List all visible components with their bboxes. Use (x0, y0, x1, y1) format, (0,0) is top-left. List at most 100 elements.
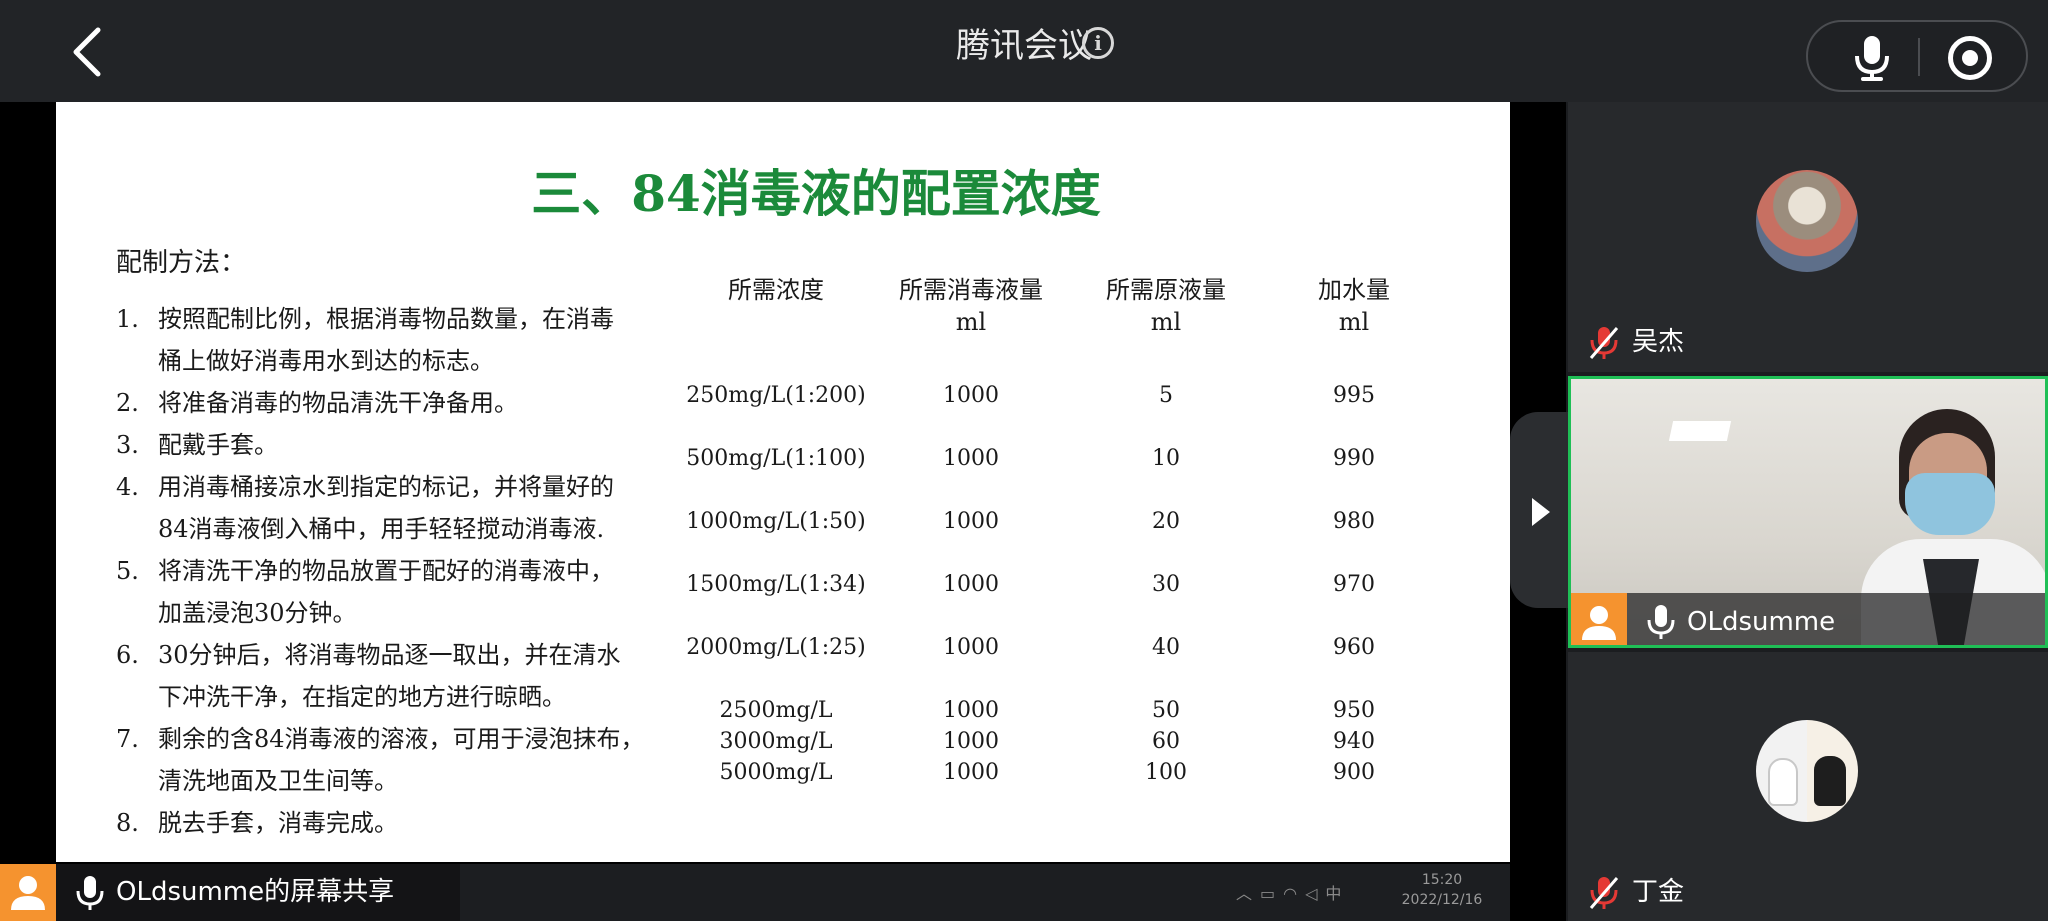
wifi-icon: ◠ (1283, 884, 1306, 903)
table-cell: 1000 (943, 760, 999, 785)
table-cell: 10 (1152, 446, 1180, 471)
step-number: 7. (116, 725, 139, 753)
presentation-slide: 三、84消毒液的配置浓度 配制方法： 1. 按照配制比例，根据消毒物品数量，在消毒… (56, 102, 1510, 862)
chevron-up-icon: ︿ (1236, 884, 1261, 903)
video-name-bar: OLdsumme (1571, 593, 2045, 645)
step-text-line: 剩余的含84消毒液的溶液，可用于浸泡抹布， (158, 725, 645, 753)
participant-avatar (1756, 170, 1858, 272)
method-heading: 配制方法： (116, 248, 247, 278)
table-header: ml (1150, 308, 1182, 336)
table-cell: 30 (1152, 572, 1180, 597)
step-item: 7. 剩余的含84消毒液的溶液，可用于浸泡抹布， 清洗地面及卫生间等。 (116, 718, 756, 802)
top-bar: 腾讯会议 i (0, 0, 2048, 102)
table-cell: 1000 (943, 383, 999, 408)
table-cell: 1000 (943, 446, 999, 471)
user-icon (1582, 606, 1616, 640)
participant-name: 吴杰 (1632, 327, 1685, 357)
pill-divider (1918, 38, 1920, 76)
table-cell: 960 (1333, 635, 1375, 660)
participant-name: 丁金 (1632, 877, 1685, 907)
chevron-left-icon (73, 27, 101, 77)
table-cell: 950 (1333, 698, 1375, 723)
step-number: 8. (116, 809, 139, 837)
shared-screen: 三、84消毒液的配置浓度 配制方法： 1. 按照配制比例，根据消毒物品数量，在消毒… (0, 102, 1566, 921)
ceiling-light (1668, 421, 1732, 441)
battery-icon: ▭ (1260, 884, 1284, 903)
step-text-line: 84消毒液倒入桶中，用手轻轻搅动消毒液. (158, 515, 605, 543)
taskbar-time: 15:20 (1421, 872, 1463, 888)
meeting-title: 腾讯会议 (956, 26, 1092, 66)
table-cell: 3000mg/L (719, 729, 833, 754)
mic-active (1643, 603, 1679, 641)
mic-muted-icon (1588, 875, 1620, 911)
step-text-line: 加盖浸泡30分钟。 (158, 599, 357, 627)
table-header: 加水量 (1318, 276, 1390, 304)
step-item: 2. 将准备消毒的物品清洗干净备用。 (116, 382, 756, 424)
table-cell: 500mg/L(1:100) (686, 446, 866, 471)
taskbar-date: 2022/12/16 (1401, 892, 1483, 908)
participant-name-row: 丁金 (1588, 872, 1684, 912)
table-cell: 990 (1333, 446, 1375, 471)
table-header: 所需原液量 (1106, 276, 1226, 304)
table-cell: 1000 (943, 698, 999, 723)
steps-list: 1. 按照配制比例，根据消毒物品数量，在消毒 桶上做好消毒用水到达的标志。 2. 将准备… (116, 298, 756, 844)
table-cell: 20 (1152, 509, 1180, 534)
expand-panel-button[interactable] (1510, 412, 1568, 608)
share-label-bar: OLdsumme的屏幕共享 (0, 864, 460, 921)
step-item: 4. 用消毒桶接凉水到指定的标记，并将量好的 84消毒液倒入桶中，用手轻轻搅动消毒液… (116, 466, 756, 550)
microphone-icon (1855, 36, 1889, 81)
step-text-line: 30分钟后，将消毒物品逐一取出，并在清水 (158, 641, 621, 669)
table-cell: 60 (1152, 729, 1180, 754)
step-text-line: 配戴手套。 (158, 431, 278, 459)
share-label: OLdsumme的屏幕共享 (116, 877, 395, 907)
step-number: 2. (116, 389, 139, 417)
participant-avatar (1756, 720, 1858, 822)
participant-avatar (1571, 593, 1627, 645)
table-cell: 2500mg/L (719, 698, 833, 723)
control-pill (1806, 20, 2028, 92)
table-cell: 2000mg/L(1:25) (686, 635, 866, 660)
step-item: 6. 30分钟后，将消毒物品逐一取出，并在清水 下冲洗干净，在指定的地方进行晾晒。 (116, 634, 756, 718)
table-cell: 995 (1333, 383, 1375, 408)
table-cell: 1000 (943, 572, 999, 597)
table-cell: 1000 (943, 509, 999, 534)
microphone-icon (1647, 605, 1675, 639)
table-header: ml (955, 308, 987, 336)
step-item: 3. 配戴手套。 (116, 424, 756, 466)
step-item: 5. 将清洗干净的物品放置于配好的消毒液中， 加盖浸泡30分钟。 (116, 550, 756, 634)
info-icon[interactable]: i (1082, 27, 1114, 59)
table-cell: 1000 (943, 635, 999, 660)
table-cell: 1500mg/L(1:34) (686, 572, 866, 597)
microphone-icon (76, 876, 104, 910)
table-cell: 900 (1333, 760, 1375, 785)
step-item: 1. 按照配制比例，根据消毒物品数量，在消毒 桶上做好消毒用水到达的标志。 (116, 298, 756, 382)
ime-indicator: 中 (1325, 884, 1350, 903)
taskbar-clock: 15:20 2022/12/16 (1372, 870, 1512, 910)
step-item: 8. 脱去手套，消毒完成。 (116, 802, 756, 844)
table-cell: 1000 (943, 729, 999, 754)
back-button[interactable] (62, 22, 118, 82)
step-number: 6. (116, 641, 139, 669)
table-cell: 40 (1152, 635, 1180, 660)
record-button[interactable] (1948, 36, 1992, 80)
participant-panel: 吴杰 OLdsumme 丁金 (1568, 102, 2048, 921)
table-header: 所需消毒液量 (899, 276, 1043, 304)
table-header: 所需浓度 (728, 276, 824, 304)
table-cell: 5000mg/L (719, 760, 833, 785)
step-number: 4. (116, 473, 139, 501)
table-cell: 970 (1333, 572, 1375, 597)
participant-name-row: 吴杰 (1588, 322, 1684, 362)
participant-tile-active[interactable]: OLdsumme (1568, 376, 2048, 648)
step-text-line: 清洗地面及卫生间等。 (158, 767, 398, 795)
table-cell: 50 (1152, 698, 1180, 723)
speaker-icon: ◁ (1305, 884, 1326, 903)
microphone-button[interactable] (1848, 34, 1896, 82)
table-cell: 100 (1145, 760, 1187, 785)
table-cell: 250mg/L(1:200) (686, 383, 866, 408)
step-text-line: 按照配制比例，根据消毒物品数量，在消毒 (158, 305, 614, 333)
meeting-window: 腾讯会议 i 三、84消毒液的配置浓度 配制方法： 1. 按照配制比例，根据消毒物… (0, 0, 2048, 921)
presenter-avatar (0, 864, 56, 921)
table-cell: 1000mg/L(1:50) (686, 509, 866, 534)
user-icon (11, 876, 45, 910)
step-text-line: 将准备消毒的物品清洗干净备用。 (158, 389, 518, 417)
